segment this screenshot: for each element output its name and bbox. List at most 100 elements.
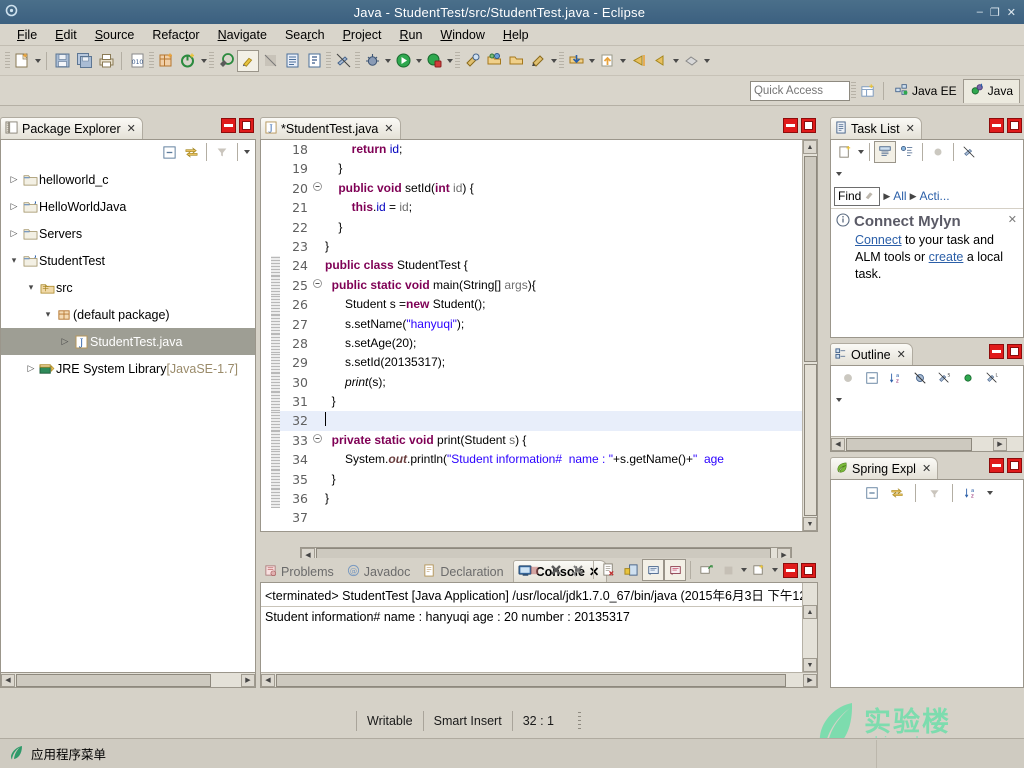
skip-all-breakpoints-icon[interactable]: [259, 50, 281, 72]
forward-icon[interactable]: [627, 50, 649, 72]
scroll-left-button[interactable]: ◀: [261, 673, 275, 687]
code-line[interactable]: 27 s.setName("hanyuqi");: [271, 314, 817, 334]
new-package-dropdown-icon[interactable]: [199, 51, 208, 71]
debug-icon[interactable]: [361, 50, 383, 72]
pin-editor-icon[interactable]: [680, 50, 702, 72]
open-perspective-button[interactable]: [857, 80, 879, 102]
pin-dropdown-icon[interactable]: [702, 51, 711, 71]
code-text[interactable]: s.setId(20135317);: [323, 353, 817, 372]
code-text[interactable]: this.id = id;: [323, 198, 817, 217]
annotation-dropdown-icon[interactable]: [549, 51, 558, 71]
search-icon[interactable]: [461, 50, 483, 72]
tab-outline[interactable]: Outline ✕: [830, 343, 913, 365]
code-text[interactable]: [323, 411, 817, 431]
code-line[interactable]: 18 return id;: [271, 140, 817, 160]
status-resize-handle[interactable]: [577, 712, 581, 730]
tab-javadoc[interactable]: @ Javadoc: [343, 562, 418, 582]
code-line[interactable]: 30 print(s);: [271, 372, 817, 393]
view-menu-filter-icon[interactable]: [211, 141, 233, 163]
tree-item[interactable]: ▷ helloworld_c: [1, 166, 255, 193]
hide-fields-icon[interactable]: [909, 367, 931, 389]
code-line[interactable]: 36}: [271, 489, 817, 509]
view-menu-icon[interactable]: [770, 560, 779, 580]
collapse-all-icon[interactable]: [158, 141, 180, 163]
link-with-editor-icon[interactable]: [886, 482, 908, 504]
open-console-icon[interactable]: [748, 559, 770, 581]
display-console-dropdown-icon[interactable]: [739, 560, 748, 580]
vscroll-thumb-upper[interactable]: [804, 156, 817, 362]
show-console-on-error-icon[interactable]: [664, 559, 686, 581]
next-annotation-icon[interactable]: [505, 50, 527, 72]
code-text[interactable]: private static void print(Student s) {: [323, 431, 817, 450]
remove-launch-icon[interactable]: [545, 559, 567, 581]
maximize-panel-icon[interactable]: [1007, 118, 1022, 133]
focus-on-workweek-icon[interactable]: [927, 141, 949, 163]
code-line[interactable]: 29 s.setId(20135317);: [271, 353, 817, 373]
code-text[interactable]: Student s =new Student();: [323, 295, 817, 314]
console-vscrollbar[interactable]: ▲ ▼: [802, 583, 817, 672]
maximize-panel-icon[interactable]: [801, 562, 816, 578]
code-line[interactable]: 23}: [271, 236, 817, 257]
close-icon[interactable]: ✕: [127, 122, 136, 135]
back-icon[interactable]: [596, 50, 618, 72]
hide-static-icon[interactable]: S: [933, 367, 955, 389]
link-editor-icon[interactable]: [332, 50, 354, 72]
tree-item[interactable]: ▾ (default package): [1, 301, 255, 328]
code-line[interactable]: 35 }: [271, 469, 817, 490]
minimize-panel-icon[interactable]: [783, 562, 798, 578]
last-edit-dropdown-icon[interactable]: [587, 51, 596, 71]
hide-nonpublic-icon[interactable]: [957, 367, 979, 389]
create-link[interactable]: create: [929, 250, 964, 264]
code-text[interactable]: s.setAge(20);: [323, 334, 817, 353]
code-line[interactable]: 28 s.setAge(20);: [271, 333, 817, 354]
open-perspective-icon[interactable]: [483, 50, 505, 72]
close-icon[interactable]: ✕: [1007, 6, 1016, 19]
tree-item[interactable]: ▷ JRE System Library [JavaSE-1.7]: [1, 355, 255, 382]
view-menu-icon[interactable]: [834, 164, 843, 184]
open-task-icon[interactable]: [303, 50, 325, 72]
code-text[interactable]: }: [323, 470, 817, 489]
link-with-editor-icon[interactable]: [958, 141, 980, 163]
chevron-right-icon[interactable]: ▷: [24, 363, 38, 374]
code-text[interactable]: }: [323, 392, 817, 411]
tree-item[interactable]: ▾ StudentTest: [1, 247, 255, 274]
tab-spring-explorer[interactable]: Spring Expl ✕: [830, 457, 939, 479]
open-type-icon[interactable]: [281, 50, 303, 72]
tab-task-list[interactable]: Task List ✕: [830, 117, 922, 139]
show-console-on-output-icon[interactable]: [642, 559, 664, 581]
package-explorer-hscrollbar[interactable]: ◀ ▶: [1, 672, 255, 687]
scroll-right-button[interactable]: ▶: [241, 673, 255, 687]
scroll-lock-icon[interactable]: [620, 559, 642, 581]
debug-dropdown-icon[interactable]: [383, 51, 392, 71]
minimize-panel-icon[interactable]: [989, 344, 1004, 359]
view-menu-icon[interactable]: [242, 142, 251, 162]
code-line[interactable]: 31 }: [271, 392, 817, 412]
editor-text-area[interactable]: 18 return id; 19 } 20 public void setId(in…: [260, 139, 818, 532]
scroll-down-button[interactable]: ▼: [803, 517, 817, 531]
categorized-presentation-icon[interactable]: [874, 141, 896, 163]
tree-item[interactable]: ▷ J StudentTest.java: [1, 328, 255, 355]
tab-studenttest-java[interactable]: J *StudentTest.java ✕: [260, 117, 401, 139]
code-text[interactable]: public class StudentTest {: [323, 256, 817, 275]
menu-project[interactable]: Project: [334, 27, 391, 43]
maximize-panel-icon[interactable]: [1007, 458, 1022, 473]
new-package-icon[interactable]: [177, 50, 199, 72]
menu-window[interactable]: Window: [431, 27, 493, 43]
collapse-all-icon[interactable]: [861, 482, 883, 504]
code-line[interactable]: 25 public static void main(String[] args…: [271, 275, 817, 296]
vscroll-thumb-lower[interactable]: [804, 364, 817, 516]
chevron-down-icon[interactable]: ▾: [7, 255, 21, 266]
tab-problems[interactable]: Problems: [260, 562, 341, 582]
hscroll-thumb[interactable]: [846, 437, 972, 451]
chevron-down-icon[interactable]: ▾: [24, 282, 38, 293]
close-notice-icon[interactable]: ✕: [1008, 213, 1017, 226]
focus-on-active-task-icon[interactable]: [837, 367, 859, 389]
run-external-dropdown-icon[interactable]: [445, 51, 454, 71]
outline-hscrollbar[interactable]: ◀ ▶: [831, 436, 1023, 451]
close-icon[interactable]: ✕: [897, 348, 906, 361]
menu-search[interactable]: Search: [276, 27, 334, 43]
filter-active[interactable]: Acti...: [920, 189, 950, 203]
code-text[interactable]: }: [323, 159, 817, 178]
previous-edit-icon[interactable]: [649, 50, 671, 72]
fold-collapse-icon[interactable]: [312, 178, 323, 199]
